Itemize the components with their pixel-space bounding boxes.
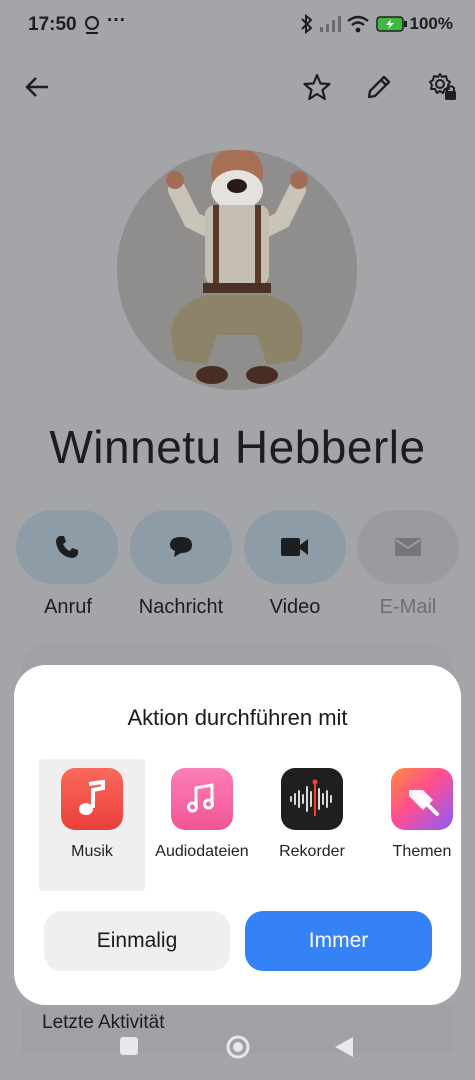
video-call-button[interactable] [244,510,346,584]
pencil-icon [367,75,391,99]
edit-button[interactable] [357,65,401,109]
always-button[interactable]: Immer [245,911,432,971]
nav-home-button[interactable] [225,1034,251,1065]
triangle-back-icon [335,1037,353,1057]
battery-percent: 100% [409,14,453,33]
nav-recents-button[interactable] [119,1036,139,1061]
more-indicator: ··· [107,10,126,31]
notification-icon [83,15,101,40]
circle-icon [226,1035,250,1059]
video-label: Video [269,596,321,618]
app-option-audiodateien[interactable]: Audiodateien [149,759,255,891]
status-bar: 17:50 ··· 100% [0,0,475,52]
video-icon [281,538,308,556]
email-button[interactable] [357,510,459,584]
message-icon [170,537,192,557]
mail-icon [395,538,421,556]
recent-activity-label: Letzte Aktivität [42,1012,165,1033]
back-button[interactable] [15,65,59,109]
sheet-title: Aktion durchführen mit [127,705,348,730]
back-arrow-icon [25,77,48,97]
music-note-icon [61,768,123,830]
app-option-rekorder[interactable]: Rekorder [259,759,365,891]
avatar-photo [117,150,357,390]
email-label: E-Mail [379,596,437,618]
phone-icon [56,536,78,558]
app-label-themen: Themen [392,843,452,860]
wifi-icon [347,15,369,38]
signal-icon [320,16,342,37]
recorder-icon [281,768,343,830]
battery-icon [376,16,408,37]
status-time: 17:50 [28,14,77,35]
star-icon [303,73,331,101]
themes-icon [391,768,453,830]
contact-name: Winnetu Hebberle [49,421,426,473]
audio-files-icon [171,768,233,830]
once-button[interactable]: Einmalig [44,911,230,971]
app-option-musik[interactable]: Musik [39,759,145,891]
call-label: Anruf [44,596,92,618]
open-with-sheet: Aktion durchführen mit Musik Audiodateie… [14,665,461,1005]
settings-gear-lock-icon [429,73,456,100]
nav-back-button[interactable] [334,1036,354,1063]
contact-avatar[interactable] [117,150,357,390]
message-button[interactable] [130,510,232,584]
bluetooth-icon [300,13,314,39]
app-option-themen[interactable]: Themen [369,759,475,891]
message-label: Nachricht [138,596,224,618]
square-icon [120,1037,138,1055]
call-button[interactable] [16,510,118,584]
favorite-button[interactable] [295,65,339,109]
contact-settings-button[interactable] [421,65,465,109]
